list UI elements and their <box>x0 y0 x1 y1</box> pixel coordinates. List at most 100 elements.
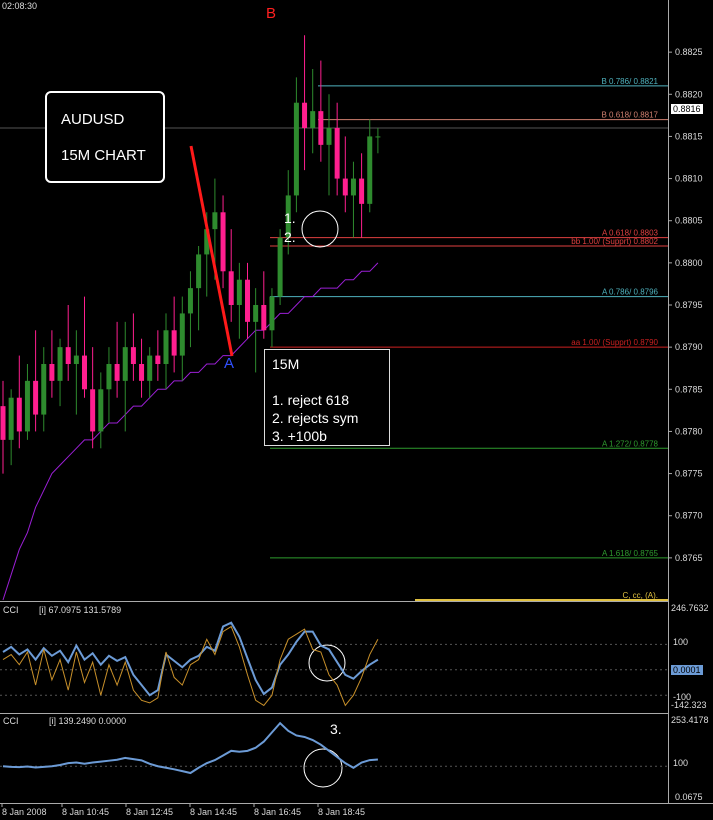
time-axis-border <box>0 803 713 804</box>
cci2-min-label: 0.0675 <box>675 792 703 802</box>
time-tick-label: 8 Jan 10:45 <box>62 807 109 817</box>
touch-label-1: 1. <box>284 210 296 226</box>
level-label: bb 1.00/ (Supprt) 0.8802 <box>571 237 658 246</box>
notes-title: 15M <box>272 356 300 372</box>
candle-body <box>236 279 242 305</box>
price-tick-label: 0.8795 <box>675 300 703 310</box>
candle-body <box>24 380 30 432</box>
cci1-main-line <box>2 621 379 697</box>
candle-body <box>139 364 145 381</box>
time-tick-label: 8 Jan 14:45 <box>190 807 237 817</box>
cci2-title: CCI [i] 139.2490 0.0000 <box>3 716 126 726</box>
candle-body <box>114 364 120 381</box>
price-tick-label: 0.8800 <box>675 258 703 268</box>
candle-body <box>342 178 348 196</box>
candle-body <box>163 330 169 364</box>
candle-body <box>318 111 324 145</box>
candle-body <box>350 178 356 196</box>
notes-box: 15M 1. reject 618 2. rejects sym 3. +100… <box>264 349 390 446</box>
candle-body <box>179 313 185 356</box>
note-item: 3. +100b <box>272 428 327 444</box>
candle-body <box>49 364 55 381</box>
candle-body <box>359 178 365 204</box>
candle-body <box>228 271 234 305</box>
cci1-min-label: -142.323 <box>671 700 707 710</box>
candle-body <box>8 397 14 440</box>
candle-body <box>130 347 136 364</box>
cci2-line <box>2 721 378 775</box>
candle-body <box>73 355 79 364</box>
price-tick-label: 0.8815 <box>675 131 703 141</box>
clock-label: 02:08:30 <box>2 1 38 11</box>
time-axis: 8 Jan 2008 8 Jan 10:45 8 Jan 12:45 8 Jan 14… <box>1 803 365 817</box>
ab-leg <box>189 145 234 357</box>
point-label-a: A <box>224 355 235 372</box>
time-tick-label: 8 Jan 2008 <box>2 807 47 817</box>
timeframe-label: 15M CHART <box>61 147 146 164</box>
price-tick-label: 0.8785 <box>675 384 703 394</box>
price-tick-label: 0.8820 <box>675 89 703 99</box>
cci1-current-tag: 0.0001 <box>671 665 703 675</box>
cci2-label: CCI <box>3 716 19 726</box>
candle-body <box>106 364 112 390</box>
note-item: 2. rejects sym <box>272 410 359 426</box>
symbol-label: AUDUSD <box>61 111 125 128</box>
price-tick-label: 0.8810 <box>675 174 703 184</box>
cci2-params: [i] 139.2490 0.0000 <box>49 716 127 726</box>
candle-body <box>33 380 39 415</box>
candle-body <box>310 111 316 128</box>
candle-body <box>155 355 161 364</box>
level-label: C, cc, (A). <box>622 591 658 600</box>
candle-body <box>334 128 340 179</box>
candle-body <box>65 347 71 364</box>
cci1-title: CCI [i] 67.0975 131.5789 <box>3 605 121 615</box>
candle-body <box>98 389 104 432</box>
cci2-top-border <box>0 713 668 714</box>
candle-body <box>220 212 226 272</box>
cci1-tick-100: 100 <box>673 637 689 647</box>
price-tick-label: 0.8770 <box>675 511 703 521</box>
title-box: AUDUSD 15M CHART <box>45 91 165 183</box>
candle-body <box>212 212 218 230</box>
candle-body <box>269 296 275 331</box>
candle-body <box>367 136 373 204</box>
cci1-top-border <box>0 601 668 602</box>
candle-body <box>171 330 177 356</box>
level-label: B 0.786/ 0.8821 <box>602 77 659 86</box>
cci2-max-label: 253.4178 <box>671 715 709 725</box>
candle-body <box>16 397 22 432</box>
reject-circle <box>301 210 339 248</box>
candle-body <box>245 279 250 322</box>
candle-body <box>57 347 63 381</box>
candle-body <box>302 102 308 128</box>
cci1-label: CCI <box>3 605 19 615</box>
price-tick-label: 0.8780 <box>675 426 703 436</box>
cci2-tick-100: 100 <box>673 758 689 768</box>
cci2-circle <box>303 748 343 788</box>
candle-body <box>277 237 283 297</box>
candle-body <box>82 355 87 390</box>
point-label-b: B <box>266 5 277 22</box>
price-tick-label: 0.8790 <box>675 342 703 352</box>
fib-levels: B 0.786/ 0.8821B 0.618/ 0.8817A 0.618/ 0… <box>270 77 668 601</box>
price-tick-label: 0.8825 <box>675 47 703 57</box>
candle-body <box>326 128 332 145</box>
touch-label-2: 2. <box>284 229 296 245</box>
time-tick-label: 8 Jan 18:45 <box>318 807 365 817</box>
candle-body <box>122 347 128 381</box>
candle-body <box>41 364 47 415</box>
chart-window: 0.8825 0.8820 0.8815 0.8810 0.8805 0.8800 0.87… <box>0 0 713 820</box>
cci1-max-label: 246.7632 <box>671 603 709 613</box>
price-tick-label: 0.8765 <box>675 553 703 563</box>
current-price-tag: 0.8816 <box>671 104 703 114</box>
level-label: B 0.618/ 0.8817 <box>602 111 659 120</box>
candle-body <box>261 305 267 331</box>
price-tick-label: 0.8805 <box>675 216 703 226</box>
cci1-params: [i] 67.0975 131.5789 <box>39 605 122 615</box>
note-item: 1. reject 618 <box>272 392 350 408</box>
candle-body <box>253 305 259 322</box>
cci1-signal-line <box>2 625 379 707</box>
level-label: A 1.618/ 0.8765 <box>602 549 659 558</box>
candle-body <box>90 389 96 432</box>
price-tick-label: 0.8775 <box>675 469 703 479</box>
